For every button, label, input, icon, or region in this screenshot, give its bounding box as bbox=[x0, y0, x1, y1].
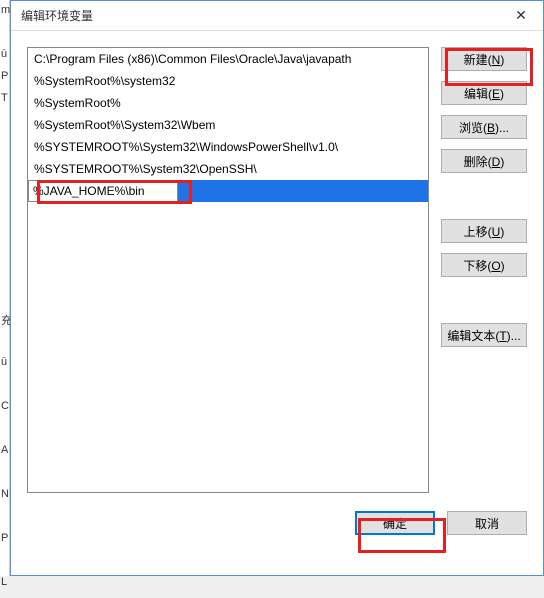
dialog-footer: 确定 取消 bbox=[11, 501, 543, 549]
side-buttons: 新建(N) 编辑(E) 浏览(B)... 删除(D) 上移(U) 下移(O) 编… bbox=[441, 47, 527, 493]
list-item[interactable]: %SystemRoot%\System32\Wbem bbox=[28, 114, 428, 136]
close-button[interactable]: ✕ bbox=[499, 1, 543, 31]
list-item[interactable]: %SystemRoot%\system32 bbox=[28, 70, 428, 92]
browse-button[interactable]: 浏览(B)... bbox=[441, 115, 527, 139]
list-item-editing[interactable] bbox=[28, 180, 428, 202]
env-var-dialog: 编辑环境变量 ✕ C:\Program Files (x86)\Common F… bbox=[10, 0, 544, 576]
titlebar: 编辑环境变量 ✕ bbox=[11, 1, 543, 31]
close-icon: ✕ bbox=[515, 7, 527, 24]
cancel-button[interactable]: 取消 bbox=[447, 511, 527, 535]
background-window-strip: mūPT充ūCANPL bbox=[0, 0, 10, 576]
list-item[interactable]: C:\Program Files (x86)\Common Files\Orac… bbox=[28, 48, 428, 70]
path-listbox[interactable]: C:\Program Files (x86)\Common Files\Orac… bbox=[27, 47, 429, 493]
edit-button[interactable]: 编辑(E) bbox=[441, 81, 527, 105]
edit-text-button[interactable]: 编辑文本(T)... bbox=[441, 323, 527, 347]
list-item[interactable]: %SYSTEMROOT%\System32\WindowsPowerShell\… bbox=[28, 136, 428, 158]
dialog-title: 编辑环境变量 bbox=[21, 7, 499, 24]
new-button[interactable]: 新建(N) bbox=[441, 47, 527, 71]
move-down-button[interactable]: 下移(O) bbox=[441, 253, 527, 277]
move-up-button[interactable]: 上移(U) bbox=[441, 219, 527, 243]
list-item[interactable]: %SystemRoot% bbox=[28, 92, 428, 114]
editing-input[interactable] bbox=[28, 180, 178, 202]
list-item[interactable]: %SYSTEMROOT%\System32\OpenSSH\ bbox=[28, 158, 428, 180]
delete-button[interactable]: 删除(D) bbox=[441, 149, 527, 173]
ok-button[interactable]: 确定 bbox=[355, 511, 435, 535]
